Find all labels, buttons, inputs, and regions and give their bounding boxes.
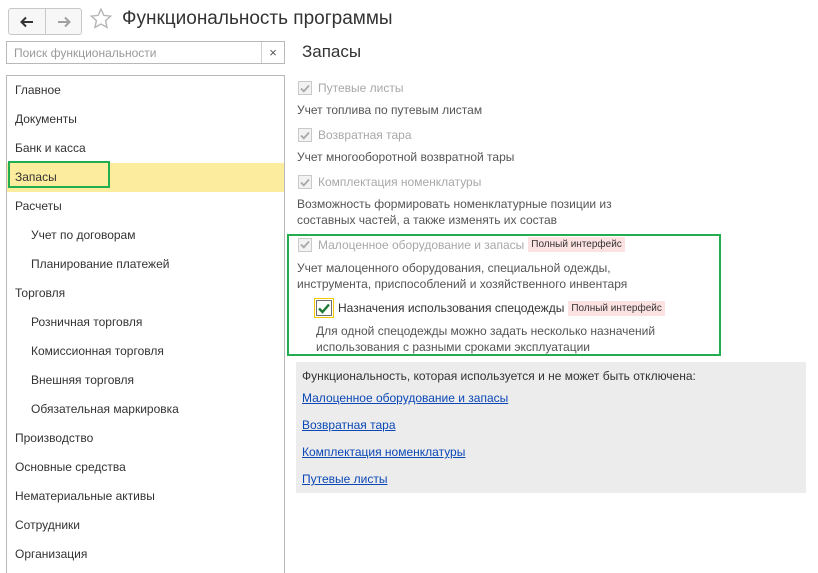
link-low-value-equipment[interactable]: Малоценное оборудование и запасы (302, 391, 508, 405)
sidebar-item-commission-trade[interactable]: Комиссионная торговля (7, 337, 284, 366)
waybills-description: Учет топлива по путевым листам (297, 103, 483, 117)
checkmark-icon (300, 178, 310, 187)
sidebar-item-main[interactable]: Главное (7, 76, 284, 105)
sidebar-item-bank-and-cash[interactable]: Банк и касса (7, 134, 284, 163)
returnable-packaging-description: Учет многооборотной возвратной тары (297, 150, 515, 164)
returnable-packaging-label: Возвратная тара (318, 128, 412, 142)
workwear-purposes-checkbox[interactable] (314, 298, 334, 318)
low-value-equipment-option[interactable]: Малоценное оборудование и запасы Полный … (298, 237, 625, 252)
low-value-equipment-checkbox[interactable] (298, 237, 312, 252)
workwear-purposes-description-line2: использования с разными сроками эксплуат… (316, 340, 590, 354)
low-value-equipment-description-line2: инструмента, приспособлений и хозяйствен… (297, 277, 628, 291)
kitting-description-line1: Возможность формировать номенклатурные п… (297, 197, 612, 211)
link-waybills[interactable]: Путевые листы (302, 472, 388, 486)
kitting-label: Комплектация номенклатуры (318, 175, 482, 189)
kitting-checkbox[interactable] (298, 175, 312, 189)
search-input[interactable] (7, 42, 262, 63)
sidebar-item-employees[interactable]: Сотрудники (7, 511, 284, 540)
navigation-buttons (8, 8, 82, 35)
locked-panel-title: Функциональность, которая используется и… (302, 369, 696, 383)
sidebar-item-organization[interactable]: Организация (7, 540, 284, 569)
star-outline-icon (89, 7, 113, 29)
link-kitting[interactable]: Комплектация номенклатуры (302, 445, 465, 459)
back-button[interactable] (9, 9, 45, 34)
sidebar-item-settlements[interactable]: Расчеты (7, 192, 284, 221)
waybills-checkbox[interactable] (298, 81, 312, 95)
checkmark-icon (300, 84, 310, 93)
search-box: × (6, 41, 285, 64)
workwear-purposes-description: Для одной спецодежды можно задать нескол… (316, 323, 655, 355)
sidebar-item-documents[interactable]: Документы (7, 105, 284, 134)
workwear-purposes-description-line1: Для одной спецодежды можно задать нескол… (316, 324, 656, 338)
sidebar-item-contract-accounting[interactable]: Учет по договорам (7, 221, 284, 250)
checkmark-icon (318, 303, 330, 314)
locked-functionality-panel: Функциональность, которая используется и… (296, 362, 806, 493)
kitting-description: Возможность формировать номенклатурные п… (297, 196, 612, 228)
window-title: Функциональность программы (122, 8, 393, 29)
workwear-purposes-option[interactable]: Назначения использования спецодежды Полн… (314, 298, 665, 318)
section-title: Запасы (302, 42, 362, 61)
sidebar-item-fixed-assets[interactable]: Основные средства (7, 453, 284, 482)
forward-button[interactable] (45, 9, 81, 34)
sidebar-item-inventory[interactable]: Запасы (7, 161, 284, 192)
clear-search-button[interactable]: × (261, 42, 284, 63)
low-value-equipment-description-line1: Учет малоценного оборудования, специальн… (297, 261, 611, 275)
sidebar-item-retail[interactable]: Розничная торговля (7, 308, 284, 337)
workwear-purposes-label: Назначения использования спецодежды (338, 301, 565, 315)
returnable-packaging-checkbox[interactable] (298, 128, 312, 142)
returnable-packaging-option[interactable]: Возвратная тара (298, 128, 412, 142)
link-returnable-packaging[interactable]: Возвратная тара (302, 418, 396, 432)
waybills-label: Путевые листы (318, 81, 404, 95)
checkmark-icon (300, 240, 310, 249)
sidebar-item-trade[interactable]: Торговля (7, 279, 284, 308)
sidebar-item-foreign-trade[interactable]: Внешняя торговля (7, 366, 284, 395)
sidebar-item-mandatory-marking[interactable]: Обязательная маркировка (7, 395, 284, 424)
full-interface-badge: Полный интерфейс (568, 300, 665, 316)
checkmark-icon (300, 131, 310, 140)
arrow-left-icon (20, 16, 33, 27)
waybills-option[interactable]: Путевые листы (298, 81, 404, 95)
favorite-button[interactable] (89, 7, 113, 36)
sidebar-item-intangible-assets[interactable]: Нематериальные активы (7, 482, 284, 511)
sidebar-item-payment-planning[interactable]: Планирование платежей (7, 250, 284, 279)
kitting-option[interactable]: Комплектация номенклатуры (298, 175, 481, 189)
full-interface-badge: Полный интерфейс (528, 237, 625, 252)
arrow-right-icon (57, 16, 71, 27)
low-value-equipment-description: Учет малоценного оборудования, специальн… (297, 260, 627, 292)
kitting-description-line2: составных частей, а также изменять их со… (297, 213, 558, 227)
sidebar: Главное Документы Банк и касса Запасы Ра… (6, 75, 285, 573)
low-value-equipment-label: Малоценное оборудование и запасы (318, 237, 525, 252)
sidebar-item-production[interactable]: Производство (7, 424, 284, 453)
